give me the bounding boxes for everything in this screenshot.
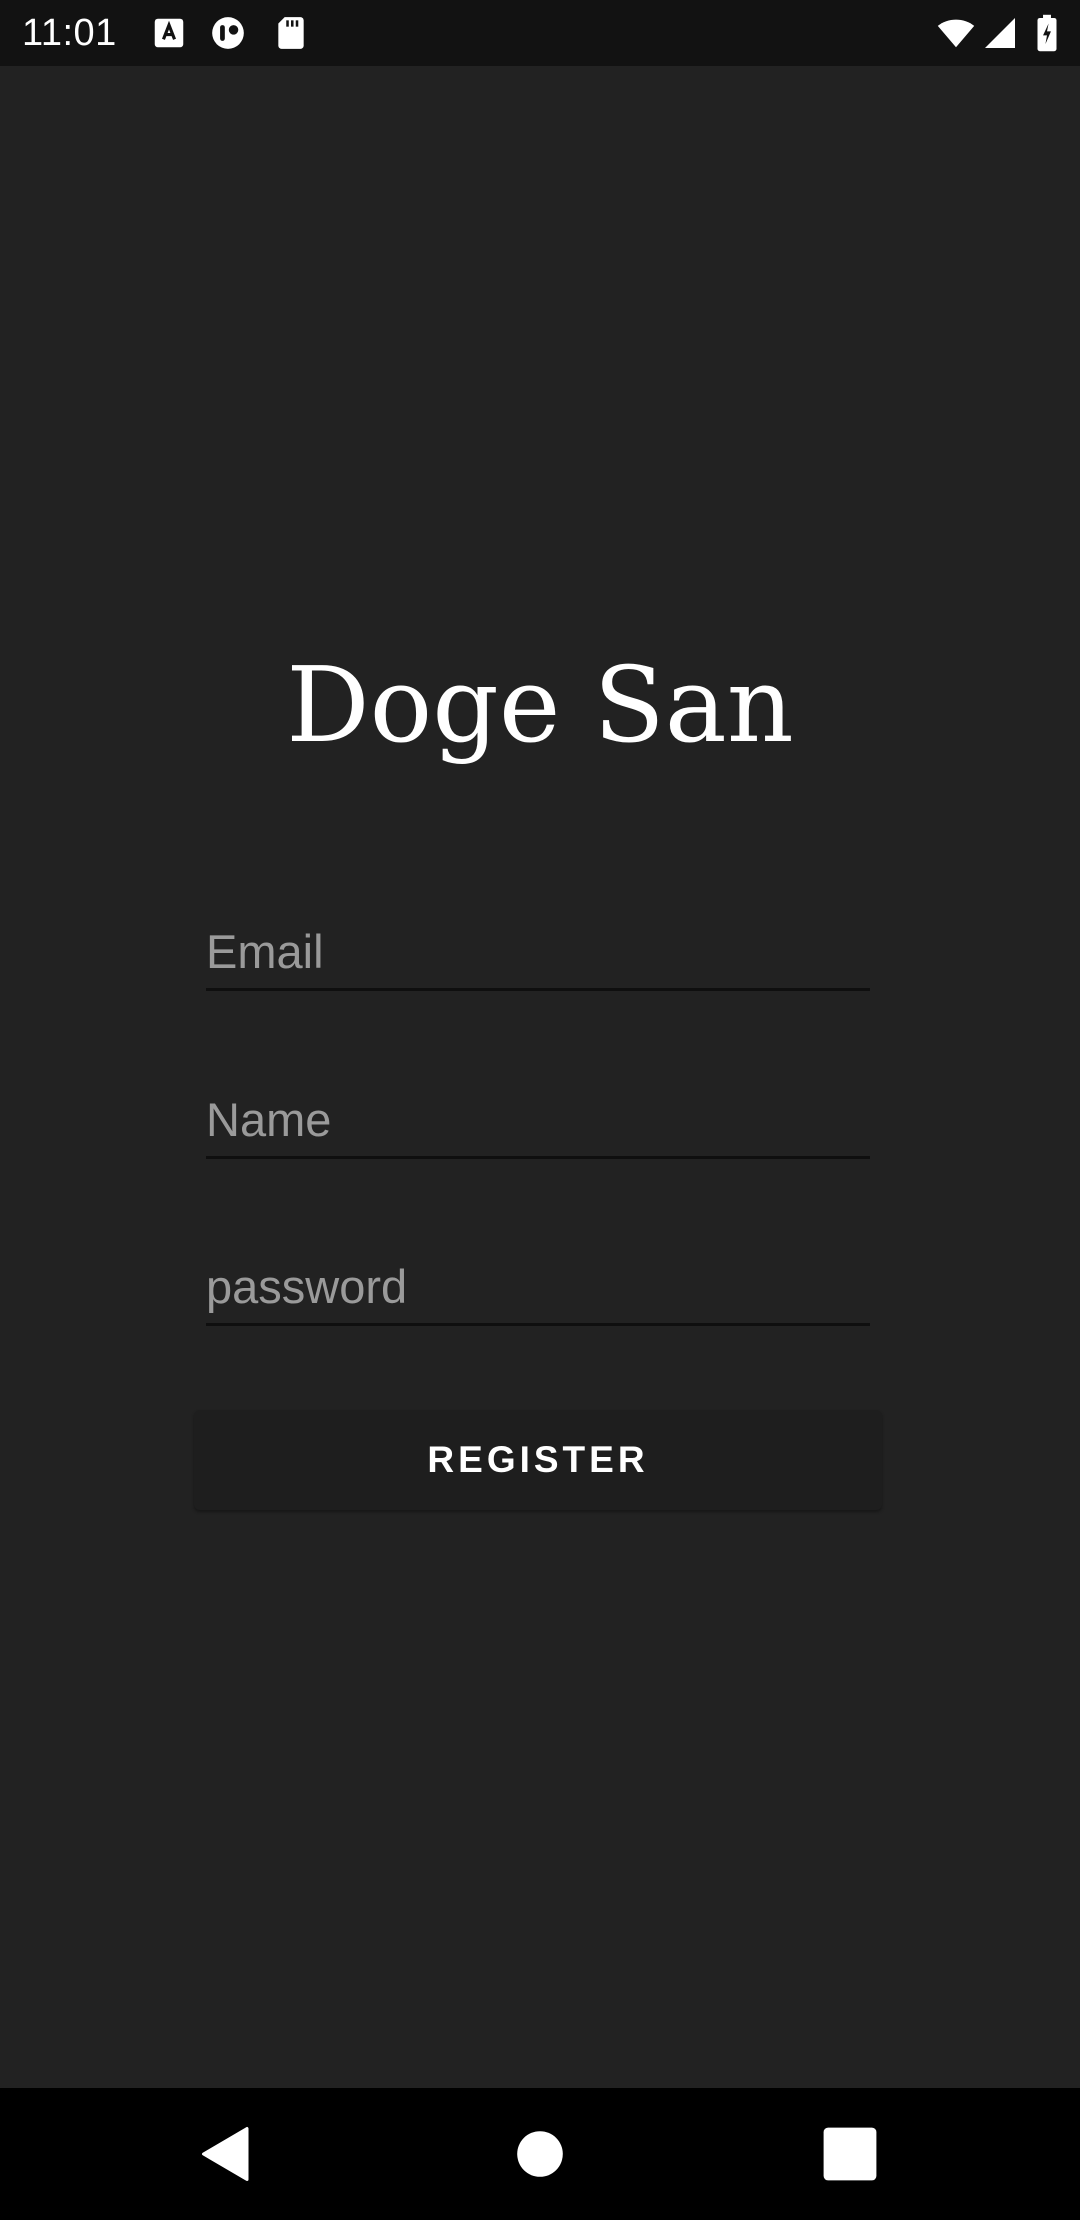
battery-charging-icon xyxy=(1034,14,1060,52)
back-icon[interactable] xyxy=(190,2118,262,2190)
email-input[interactable] xyxy=(206,914,870,988)
sd-card-icon xyxy=(272,14,310,52)
register-button[interactable]: REGISTER xyxy=(194,1410,882,1510)
app-notification-icon xyxy=(209,14,247,52)
register-screen: 11:01 Doge San Email Name REGISTER xyxy=(0,0,1080,2220)
recents-icon[interactable] xyxy=(814,2118,886,2190)
password-input[interactable] xyxy=(206,1249,870,1323)
password-field xyxy=(206,1249,870,1326)
cellular-signal-icon xyxy=(982,14,1018,52)
home-icon[interactable] xyxy=(504,2118,576,2190)
name-input[interactable] xyxy=(206,1082,870,1156)
name-field xyxy=(206,1082,870,1159)
app-title: Doge San xyxy=(286,644,794,766)
status-bar: 11:01 xyxy=(0,0,1080,66)
status-time: 11:01 xyxy=(22,12,117,54)
navigation-bar xyxy=(0,2088,1080,2220)
wifi-icon xyxy=(936,14,976,52)
email-field xyxy=(206,914,870,991)
a-notification-icon xyxy=(150,14,188,52)
